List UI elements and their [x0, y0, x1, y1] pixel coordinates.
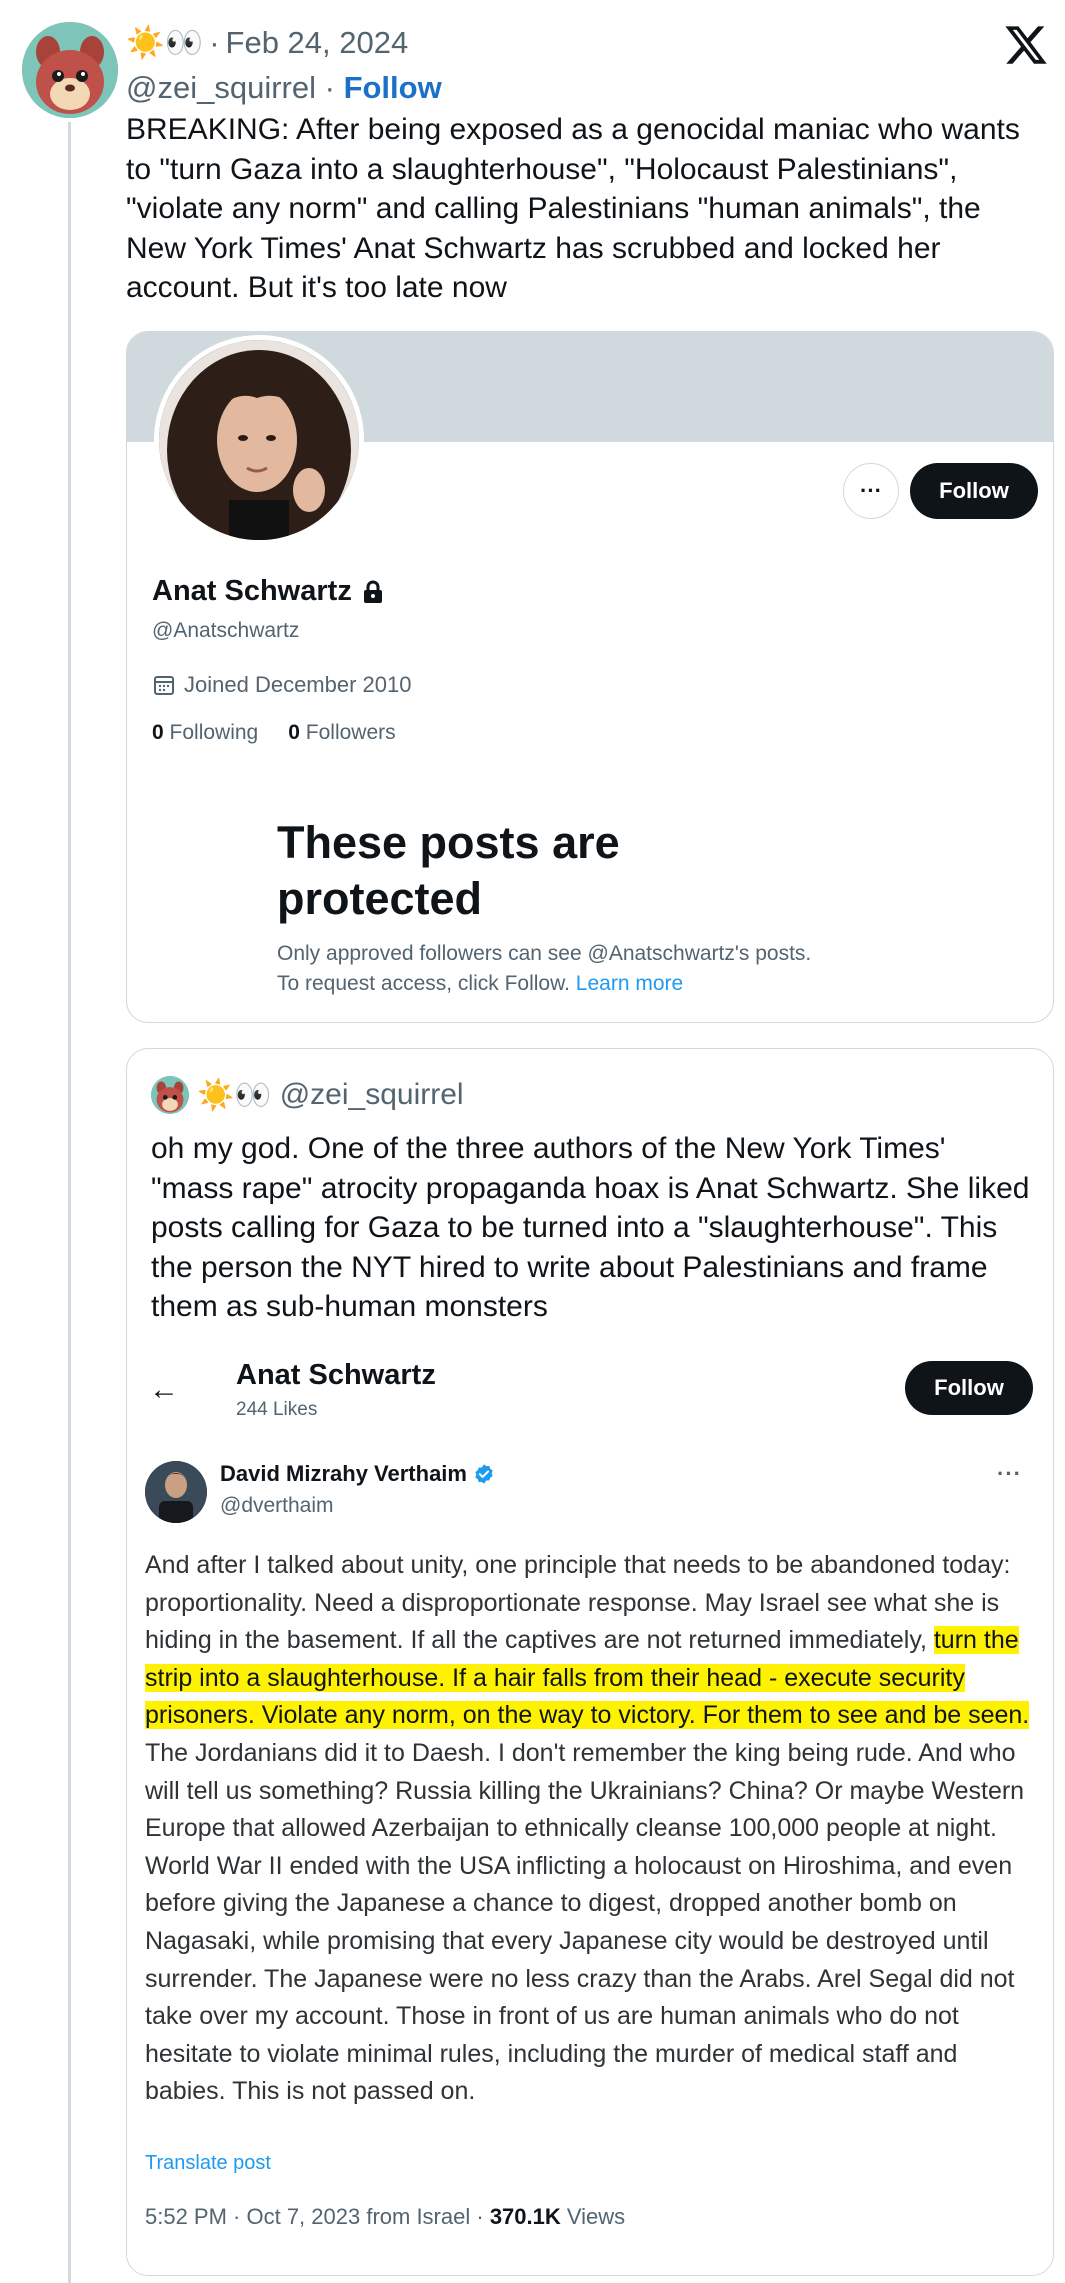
profile-screenshot-card[interactable]: ··· Follow Anat Schwartz @Anatschwartz J…	[126, 331, 1054, 1023]
lock-icon	[363, 580, 382, 603]
back-arrow-icon: ←	[149, 1373, 179, 1406]
views-count: 370.1K	[489, 2204, 561, 2229]
likes-follow-button: Follow	[905, 1361, 1033, 1415]
liked-author-avatar	[145, 1461, 207, 1523]
quote-header: ☀️👀 @zei_squirrel	[151, 1076, 464, 1114]
display-name-emoji: ☀️👀	[126, 25, 204, 60]
liked-author-name-row: David Mizrahy Verthaim	[220, 1461, 495, 1487]
joined-text: Joined December 2010	[184, 672, 412, 697]
woman-portrait-icon	[159, 340, 359, 540]
profile-joined: Joined December 2010	[152, 672, 411, 698]
quote-handle: @zei_squirrel	[279, 1078, 464, 1111]
quote-avatar	[151, 1076, 189, 1114]
protected-subtitle: Only approved followers can see @Anatsch…	[277, 939, 837, 999]
liked-tweet-footer: 5:52 PM · Oct 7, 2023 from Israel · 370.…	[145, 2204, 625, 2230]
follow-link[interactable]: Follow	[344, 70, 442, 105]
thread-line	[68, 122, 71, 2283]
verified-badge-icon	[475, 1464, 493, 1484]
liked-text-before: And after I talked about unity, one prin…	[145, 1551, 1011, 1655]
squirrel-avatar-icon	[22, 22, 118, 118]
separator: ·	[209, 24, 220, 60]
liked-tweet-more-icon: ···	[997, 1461, 1022, 1486]
liked-text-after: The Jordanians did it to Daesh. I don't …	[145, 1738, 1025, 2106]
likes-page-name: Anat Schwartz	[236, 1359, 436, 1391]
followers-stat[interactable]: 0 Followers	[288, 721, 395, 745]
profile-name: Anat Schwartz	[152, 575, 352, 607]
squirrel-avatar-icon	[151, 1076, 189, 1114]
quoted-tweet-card[interactable]: ☀️👀 @zei_squirrel oh my god. One of the …	[126, 1048, 1054, 2276]
liked-tweet-text: And after I talked about unity, one prin…	[145, 1547, 1037, 2111]
following-count: 0	[152, 721, 164, 744]
profile-stats: 0 Following 0 Followers	[152, 721, 396, 745]
followers-count: 0	[288, 721, 300, 744]
following-stat[interactable]: 0 Following	[152, 721, 258, 745]
author-avatar[interactable]	[22, 22, 118, 118]
views-label: Views	[566, 2204, 626, 2229]
translate-post-link: Translate post	[145, 2152, 271, 2174]
liked-tweet-timestamp: 5:52 PM · Oct 7, 2023 from Israel ·	[145, 2204, 484, 2229]
profile-avatar	[154, 335, 364, 545]
profile-handle: @Anatschwartz	[152, 619, 300, 642]
likes-count: 244 Likes	[236, 1399, 318, 1420]
quote-text: oh my god. One of the three authors of t…	[151, 1132, 1030, 1323]
liked-author-handle: @dverthaim	[220, 1494, 334, 1517]
man-portrait-icon	[145, 1461, 207, 1523]
following-label: Following	[169, 721, 259, 744]
profile-name-row: Anat Schwartz	[152, 575, 384, 608]
calendar-icon	[154, 676, 174, 695]
protected-sub-text: Only approved followers can see @Anatsch…	[277, 942, 812, 995]
author-handle[interactable]: @zei_squirrel	[126, 70, 316, 105]
quote-display-name-emoji: ☀️👀	[197, 1078, 272, 1112]
tweet-meta: ☀️👀 · Feb 24, 2024	[126, 24, 408, 61]
learn-more-link[interactable]: Learn more	[576, 972, 683, 995]
more-options-button[interactable]: ···	[843, 463, 899, 519]
separator: ·	[324, 70, 335, 105]
profile-follow-button[interactable]: Follow	[910, 463, 1038, 519]
tweet-handle-line: @zei_squirrel · Follow	[126, 70, 442, 106]
liked-author-name: David Mizrahy Verthaim	[220, 1461, 467, 1486]
followers-label: Followers	[305, 721, 396, 744]
likes-screenshot: ← Anat Schwartz 244 Likes Follow David M…	[127, 1349, 1053, 2275]
tweet-date[interactable]: Feb 24, 2024	[226, 25, 409, 61]
x-logo-icon[interactable]	[1003, 22, 1049, 68]
protected-title: These posts are protected	[277, 817, 620, 924]
tweet-text: BREAKING: After being exposed as a genoc…	[126, 113, 1020, 304]
